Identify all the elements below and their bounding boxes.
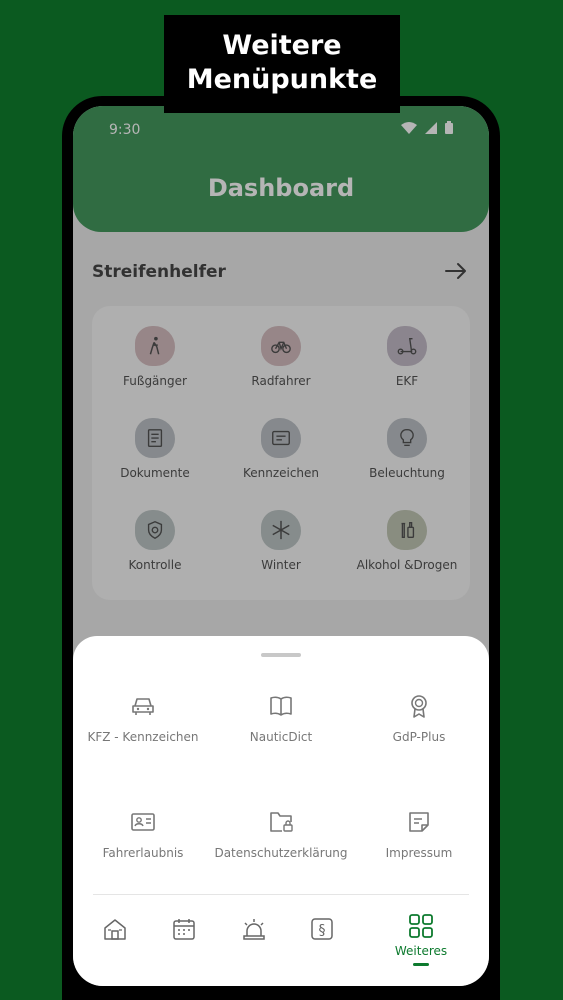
lightbulb-icon: [387, 418, 427, 458]
nav-paragraph[interactable]: §: [297, 916, 347, 946]
promo-line-1: Weitere: [222, 30, 342, 61]
bottom-sheet: KFZ - Kennzeichen NauticDict GdP-Plus Fa…: [73, 636, 489, 986]
license-plate-icon: [261, 418, 301, 458]
tile-beleuchtung[interactable]: Beleuchtung: [344, 418, 470, 480]
tile-label: Kontrolle: [128, 558, 182, 572]
menu-item-datenschutzerklaerung[interactable]: Datenschutzerklärung: [211, 808, 351, 860]
divider: [93, 894, 469, 895]
tile-label: Dokumente: [120, 466, 190, 480]
tile-label: Radfahrer: [251, 374, 311, 388]
menu-item-label: KFZ - Kennzeichen: [87, 730, 199, 744]
tile-alkohol-drogen[interactable]: Alkohol &Drogen: [344, 510, 470, 572]
id-card-icon: [131, 813, 155, 831]
nav-calendar[interactable]: [159, 916, 209, 946]
menu-item-label: Fahrerlaubnis: [102, 846, 184, 860]
tile-label: Fußgänger: [123, 374, 187, 388]
bottom-navigation: § Weiteres: [73, 906, 489, 986]
menu-item-label: GdP-Plus: [392, 730, 446, 744]
folder-lock-icon: [270, 812, 293, 832]
nav-weiteres[interactable]: Weiteres: [381, 912, 461, 966]
arrow-right-icon[interactable]: [443, 258, 469, 284]
tile-label: EKF: [395, 374, 419, 388]
tile-label: Alkohol &Drogen: [356, 558, 458, 572]
active-indicator: [413, 963, 429, 966]
tile-radfahrer[interactable]: Radfahrer: [218, 326, 344, 388]
nav-siren[interactable]: [229, 916, 279, 946]
book-icon: [270, 696, 292, 716]
menu-item-kfz-kennzeichen[interactable]: KFZ - Kennzeichen: [73, 692, 213, 744]
streifenhelfer-grid: Fußgänger Radfahrer EKF Dokumente Kennze…: [92, 306, 470, 600]
app-screen: 9:30 Dashboard Streifenhelfer Fußgänger: [73, 106, 489, 986]
tile-label: Winter: [261, 558, 301, 572]
menu-item-label: Impressum: [385, 846, 453, 860]
siren-icon: [243, 919, 265, 940]
signal-icon: [425, 121, 437, 134]
document-icon: [135, 418, 175, 458]
status-icons: [401, 121, 453, 134]
menu-item-gdp-plus[interactable]: GdP-Plus: [349, 692, 489, 744]
nav-label: Weiteres: [394, 944, 448, 958]
tile-label: Beleuchtung: [369, 466, 445, 480]
tile-label: Kennzeichen: [242, 466, 320, 480]
shield-check-icon: [135, 510, 175, 550]
calendar-icon: [173, 919, 195, 940]
scooter-icon: [387, 326, 427, 366]
battery-icon: [445, 121, 453, 134]
phone-frame: 9:30 Dashboard Streifenhelfer Fußgänger: [62, 96, 500, 1000]
page-title: Dashboard: [207, 174, 355, 202]
home-icon: [104, 919, 126, 940]
pedestrian-icon: [135, 326, 175, 366]
tile-dokumente[interactable]: Dokumente: [92, 418, 218, 480]
menu-item-nauticdict[interactable]: NauticDict: [211, 692, 351, 744]
tile-ekf[interactable]: EKF: [344, 326, 470, 388]
tile-kennzeichen[interactable]: Kennzeichen: [218, 418, 344, 480]
status-time: 9:30: [109, 122, 141, 138]
promo-line-2: Menüpunkte: [186, 64, 378, 95]
bottles-icon: [387, 510, 427, 550]
note-icon: [409, 812, 429, 832]
promo-banner: Weitere Menüpunkte: [164, 15, 400, 113]
app-header: 9:30 Dashboard: [73, 106, 489, 232]
snowflake-icon: [261, 510, 301, 550]
car-icon: [132, 698, 154, 715]
sheet-drag-handle[interactable]: [261, 653, 301, 657]
bicycle-icon: [261, 326, 301, 366]
svg-text:§: §: [319, 923, 326, 939]
tile-fussgaenger[interactable]: Fußgänger: [92, 326, 218, 388]
nav-home[interactable]: [90, 916, 140, 946]
tile-kontrolle[interactable]: Kontrolle: [92, 510, 218, 572]
menu-item-label: Datenschutzerklärung: [214, 846, 348, 860]
section-title: Streifenhelfer: [92, 262, 226, 282]
menu-item-impressum[interactable]: Impressum: [349, 808, 489, 860]
paragraph-icon: §: [311, 918, 333, 940]
grid-icon: [409, 914, 433, 938]
menu-item-label: NauticDict: [249, 730, 313, 744]
menu-item-fahrerlaubnis[interactable]: Fahrerlaubnis: [73, 808, 213, 860]
wifi-icon: [401, 121, 417, 134]
badge-icon: [411, 695, 427, 718]
tile-winter[interactable]: Winter: [218, 510, 344, 572]
